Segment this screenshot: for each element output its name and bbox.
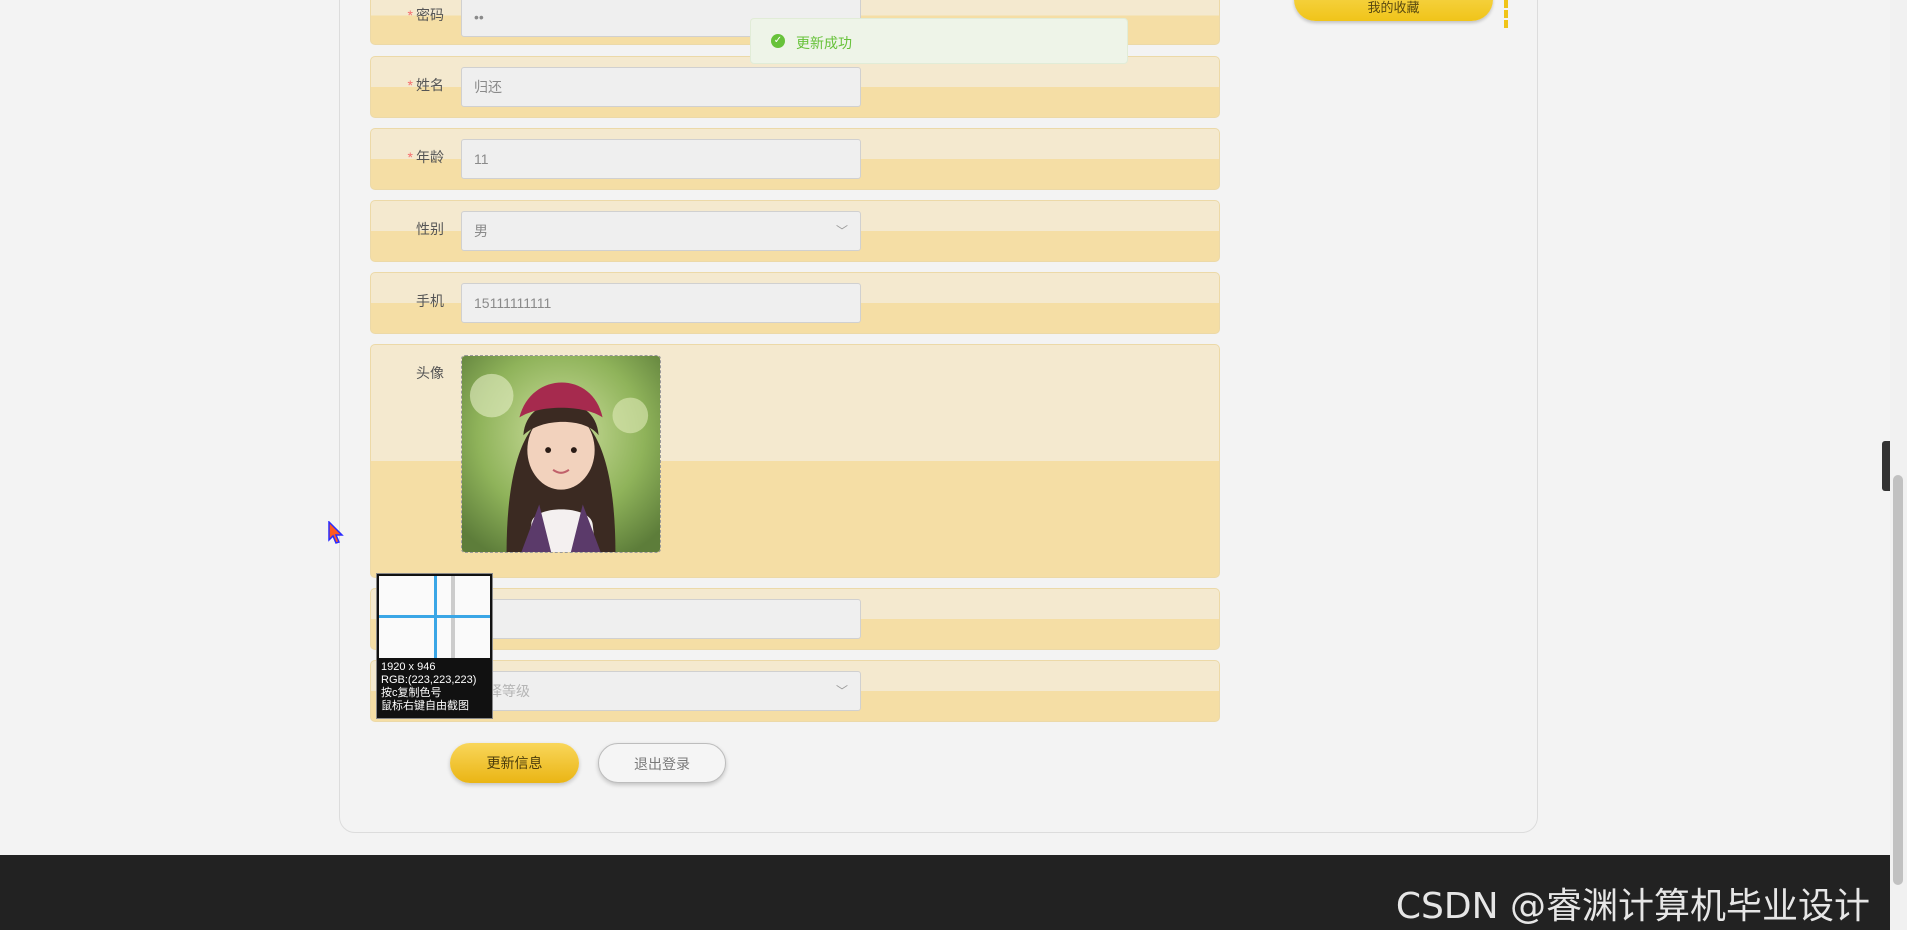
check-circle-icon: ✓ (771, 34, 785, 48)
gender-row: 性别 男 ﹀ (370, 200, 1220, 262)
color-picker-overlay: 1920 x 946 RGB:(223,223,223) 按c复制色号 鼠标右键… (376, 573, 493, 719)
level-row: 选择等级 ﹀ (370, 660, 1220, 722)
decorative-dash (1504, 0, 1512, 28)
chevron-down-icon: ﹀ (835, 224, 848, 238)
picker-magnifier (379, 576, 490, 658)
avatar-label: 头像 (416, 365, 444, 381)
chevron-down-icon: ﹀ (835, 684, 848, 698)
page-footer: CSDN @睿渊计算机毕业设计 (0, 855, 1890, 930)
name-field[interactable]: 归还 (461, 67, 861, 107)
phone-field[interactable]: 15111111111 (461, 283, 861, 323)
password-label: * 密码 (407, 7, 444, 23)
age-field[interactable]: 11 (461, 139, 861, 179)
name-row: * 姓名 归还 (370, 56, 1220, 118)
avatar-row: 头像 (370, 344, 1220, 578)
extra-field[interactable] (461, 599, 861, 639)
scrollbar-thumb[interactable] (1893, 475, 1903, 885)
picker-hint-capture: 鼠标右键自由截图 (381, 700, 469, 712)
success-toast: ✓ 更新成功 (750, 18, 1128, 64)
picker-rgb: RGB:(223,223,223) (381, 674, 477, 686)
mouse-cursor-icon (328, 521, 344, 544)
picker-hint-copy: 按c复制色号 (381, 687, 442, 699)
gender-label: 性别 (416, 221, 444, 237)
gender-value: 男 (474, 223, 488, 239)
csdn-watermark: CSDN @睿渊计算机毕业设计 (1395, 886, 1870, 927)
picker-info: 1920 x 946 RGB:(223,223,223) 按c复制色号 鼠标右键… (381, 661, 476, 713)
toast-message: 更新成功 (796, 35, 852, 51)
update-info-button[interactable]: 更新信息 (450, 743, 579, 783)
picker-size: 1920 x 946 (381, 661, 436, 673)
picker-crosshair-h (379, 615, 490, 618)
avatar-upload[interactable] (461, 355, 661, 553)
phone-row: 手机 15111111111 (370, 272, 1220, 334)
level-select[interactable]: 选择等级 ﹀ (461, 671, 861, 711)
vertical-scrollbar[interactable] (1890, 0, 1907, 930)
name-label: * 姓名 (407, 77, 444, 93)
my-favorites-button[interactable]: 我的收藏 (1294, 0, 1493, 21)
age-label: * 年龄 (407, 149, 444, 165)
gender-select[interactable]: 男 ﹀ (461, 211, 861, 251)
avatar-image (462, 356, 660, 552)
logout-button[interactable]: 退出登录 (598, 743, 726, 783)
extra-row (370, 588, 1220, 650)
age-row: * 年龄 11 (370, 128, 1220, 190)
phone-label: 手机 (416, 293, 444, 309)
